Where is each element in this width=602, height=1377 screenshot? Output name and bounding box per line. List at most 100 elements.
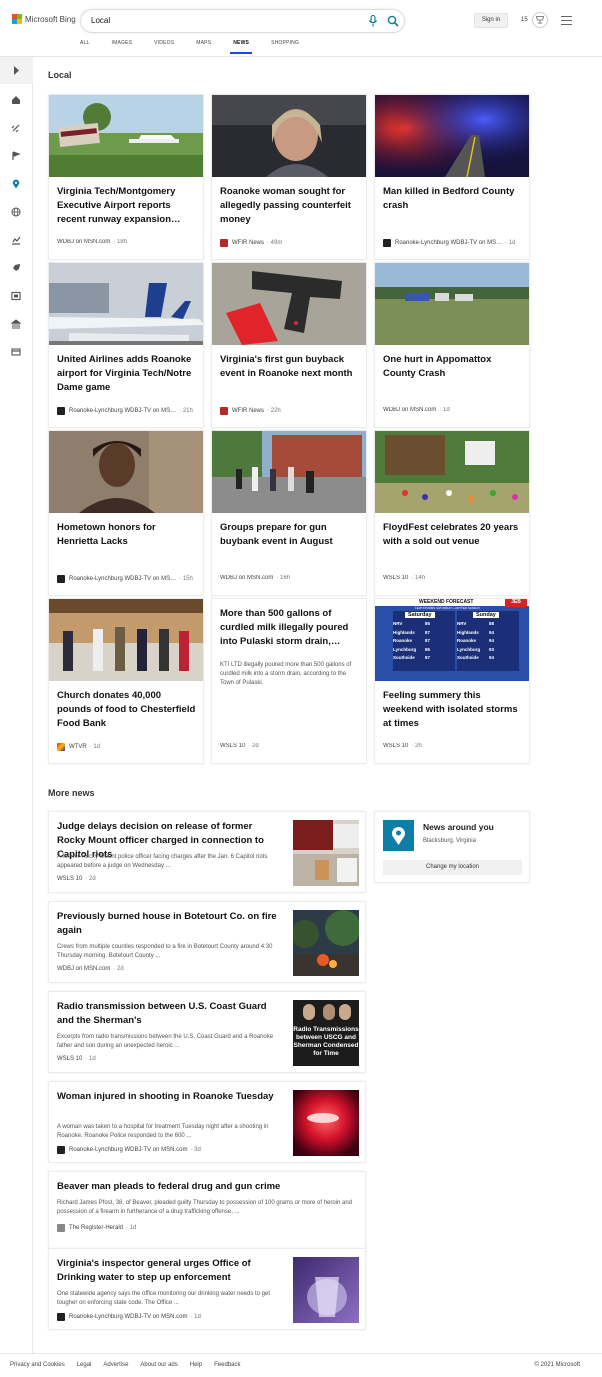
- card-title[interactable]: FloydFest celebrates 20 years with a sol…: [383, 521, 523, 549]
- tab-maps[interactable]: MAPS: [196, 40, 211, 46]
- news-card[interactable]: Church donates 40,000 pounds of food to …: [48, 598, 204, 764]
- current-location: Blacksburg, Virginia: [423, 838, 476, 844]
- location-icon[interactable]: [11, 179, 21, 189]
- news-list-item[interactable]: Beaver man pleads to federal drug and gu…: [48, 1171, 366, 1253]
- card-title[interactable]: Virginia's first gun buyback event in Ro…: [220, 353, 360, 381]
- card-title[interactable]: Roanoke woman sought for allegedly passi…: [220, 185, 360, 227]
- news-title[interactable]: Radio transmission between U.S. Coast Gu…: [57, 1000, 282, 1028]
- news-card[interactable]: Man killed in Bedford County crash Roano…: [374, 94, 530, 260]
- card-title[interactable]: Virginia Tech/Montgomery Executive Airpo…: [57, 185, 197, 227]
- wfir-favicon-icon: [220, 239, 228, 247]
- footer-link-feedback[interactable]: Feedback: [214, 1362, 240, 1368]
- local-section-title: Local: [48, 70, 72, 80]
- wfir-favicon-icon: [220, 407, 228, 415]
- wdbj-tv-favicon-icon: [57, 1146, 65, 1154]
- handgun-image: [212, 263, 366, 345]
- card-title[interactable]: Man killed in Bedford County crash: [383, 185, 523, 213]
- tab-all[interactable]: ALL: [80, 40, 90, 46]
- news-source: WDBJ on MSN.com · 2d: [57, 966, 124, 972]
- buyback-group-image: [212, 431, 366, 513]
- news-source: Roanoke-Lynchburg WDBJ-TV on MSN.com · 1d: [57, 1313, 201, 1321]
- news-list-item[interactable]: Virginia's inspector general urges Offic…: [48, 1248, 366, 1330]
- church-donation-image: [49, 599, 203, 681]
- news-card[interactable]: Virginia's first gun buyback event in Ro…: [211, 262, 367, 428]
- card-icon[interactable]: [11, 347, 21, 357]
- tab-news[interactable]: NEWS: [230, 40, 252, 54]
- card-source: WDBJ on MSN.com · 18h: [57, 239, 128, 245]
- menu-icon[interactable]: [561, 16, 572, 28]
- bank-icon[interactable]: [11, 319, 21, 329]
- globe-icon[interactable]: [11, 207, 21, 217]
- news-list-item[interactable]: Previously burned house in Botetourt Co.…: [48, 901, 366, 983]
- news-snippet: Crews from multiple counties responded t…: [57, 944, 273, 959]
- news-card[interactable]: Virginia Tech/Montgomery Executive Airpo…: [48, 94, 204, 260]
- search-icon[interactable]: [387, 15, 399, 27]
- footer-link-help[interactable]: Help: [190, 1362, 202, 1368]
- satellite-icon[interactable]: [11, 123, 21, 133]
- tab-images[interactable]: IMAGES: [112, 40, 133, 46]
- thumbnail-caption: Radio Transmissions between USCG and She…: [293, 1026, 359, 1057]
- footer-link-about-ads[interactable]: About our ads: [140, 1362, 177, 1368]
- news-card[interactable]: More than 500 gallons of curdled milk il…: [211, 598, 367, 764]
- news-list-item[interactable]: Judge delays decision on release of form…: [48, 811, 366, 893]
- card-title[interactable]: One hurt in Appomattox County Crash: [383, 353, 523, 381]
- more-news-section-title: More news: [48, 788, 95, 798]
- microphone-icon[interactable]: [368, 15, 378, 27]
- film-icon[interactable]: [11, 291, 21, 301]
- left-rail: [0, 57, 33, 1353]
- news-around-you-title: News around you: [423, 822, 494, 832]
- tab-videos[interactable]: VIDEOS: [154, 40, 174, 46]
- water-glass-thumbnail: [293, 1257, 359, 1323]
- chart-icon[interactable]: [11, 235, 21, 245]
- tab-shopping[interactable]: SHOPPING: [271, 40, 299, 46]
- card-title[interactable]: Feeling summery this weekend with isolat…: [383, 689, 523, 731]
- rewards-points[interactable]: 15: [521, 17, 528, 23]
- copyright: © 2021 Microsoft: [534, 1362, 580, 1368]
- card-title[interactable]: Hometown honors for Henrietta Lacks: [57, 521, 197, 549]
- news-card[interactable]: FloydFest celebrates 20 years with a sol…: [374, 430, 530, 596]
- footer-link-legal[interactable]: Legal: [77, 1362, 92, 1368]
- airport-image: [49, 95, 203, 177]
- news-card[interactable]: Roanoke woman sought for allegedly passi…: [211, 94, 367, 260]
- home-icon[interactable]: [11, 95, 21, 105]
- courtroom-thumbnail: [293, 820, 359, 886]
- news-card[interactable]: Hometown honors for Henrietta Lacks Roan…: [48, 430, 204, 596]
- bing-logo[interactable]: Microsoft Bing: [12, 14, 76, 24]
- rail-expand-button[interactable]: [0, 57, 33, 84]
- news-title[interactable]: Previously burned house in Botetourt Co.…: [57, 910, 282, 938]
- police-lights-image: [375, 95, 529, 177]
- rocket-icon[interactable]: [11, 263, 21, 273]
- news-title[interactable]: Beaver man pleads to federal drug and gu…: [57, 1180, 357, 1194]
- news-snippet: Richard James Pfost, 38, of Beaver, plea…: [57, 1200, 353, 1215]
- news-title[interactable]: Virginia's inspector general urges Offic…: [57, 1257, 282, 1285]
- change-location-button[interactable]: Change my location: [383, 860, 522, 875]
- sign-in-button[interactable]: Sign in: [474, 13, 508, 28]
- news-title[interactable]: Woman injured in shooting in Roanoke Tue…: [57, 1090, 282, 1104]
- card-title[interactable]: Church donates 40,000 pounds of food to …: [57, 689, 197, 731]
- news-card[interactable]: WEEKEND FORECAST JEB FEW STORMS SATURDAY…: [374, 598, 530, 764]
- crash-field-image: [375, 263, 529, 345]
- location-pin-icon: [383, 820, 414, 851]
- chevron-right-icon[interactable]: [13, 66, 20, 75]
- card-title[interactable]: United Airlines adds Roanoke airport for…: [57, 353, 197, 395]
- search-input[interactable]: Local: [91, 16, 110, 25]
- rewards-icon[interactable]: [532, 12, 548, 28]
- news-card[interactable]: Groups prepare for gun buybank event in …: [211, 430, 367, 596]
- forecast-subbanner: FEW STORMS SATURDAY • HOTTER SUNDAY: [415, 606, 481, 610]
- card-title[interactable]: Groups prepare for gun buybank event in …: [220, 521, 360, 549]
- floydfest-crowd-image: [375, 431, 529, 513]
- news-source: WSLS 10 · 1d: [57, 1056, 96, 1062]
- news-source: Roanoke-Lynchburg WDBJ-TV on MSN.com · 3d: [57, 1146, 201, 1154]
- flag-icon[interactable]: [11, 151, 21, 161]
- footer-link-advertise[interactable]: Advertise: [103, 1362, 128, 1368]
- news-list-item[interactable]: Radio transmission between U.S. Coast Gu…: [48, 991, 366, 1073]
- register-herald-favicon-icon: [57, 1224, 65, 1232]
- news-card[interactable]: One hurt in Appomattox County Crash WDBJ…: [374, 262, 530, 428]
- search-box[interactable]: Local: [80, 9, 405, 33]
- card-title[interactable]: More than 500 gallons of curdled milk il…: [220, 607, 360, 649]
- news-snippet: Excerpts from radio transmissions betwee…: [57, 1034, 274, 1049]
- footer-link-privacy[interactable]: Privacy and Cookies: [10, 1362, 65, 1368]
- news-list-item[interactable]: Woman injured in shooting in Roanoke Tue…: [48, 1081, 366, 1163]
- news-card[interactable]: United Airlines adds Roanoke airport for…: [48, 262, 204, 428]
- news-snippet: One statewide agency says the office mon…: [57, 1291, 271, 1306]
